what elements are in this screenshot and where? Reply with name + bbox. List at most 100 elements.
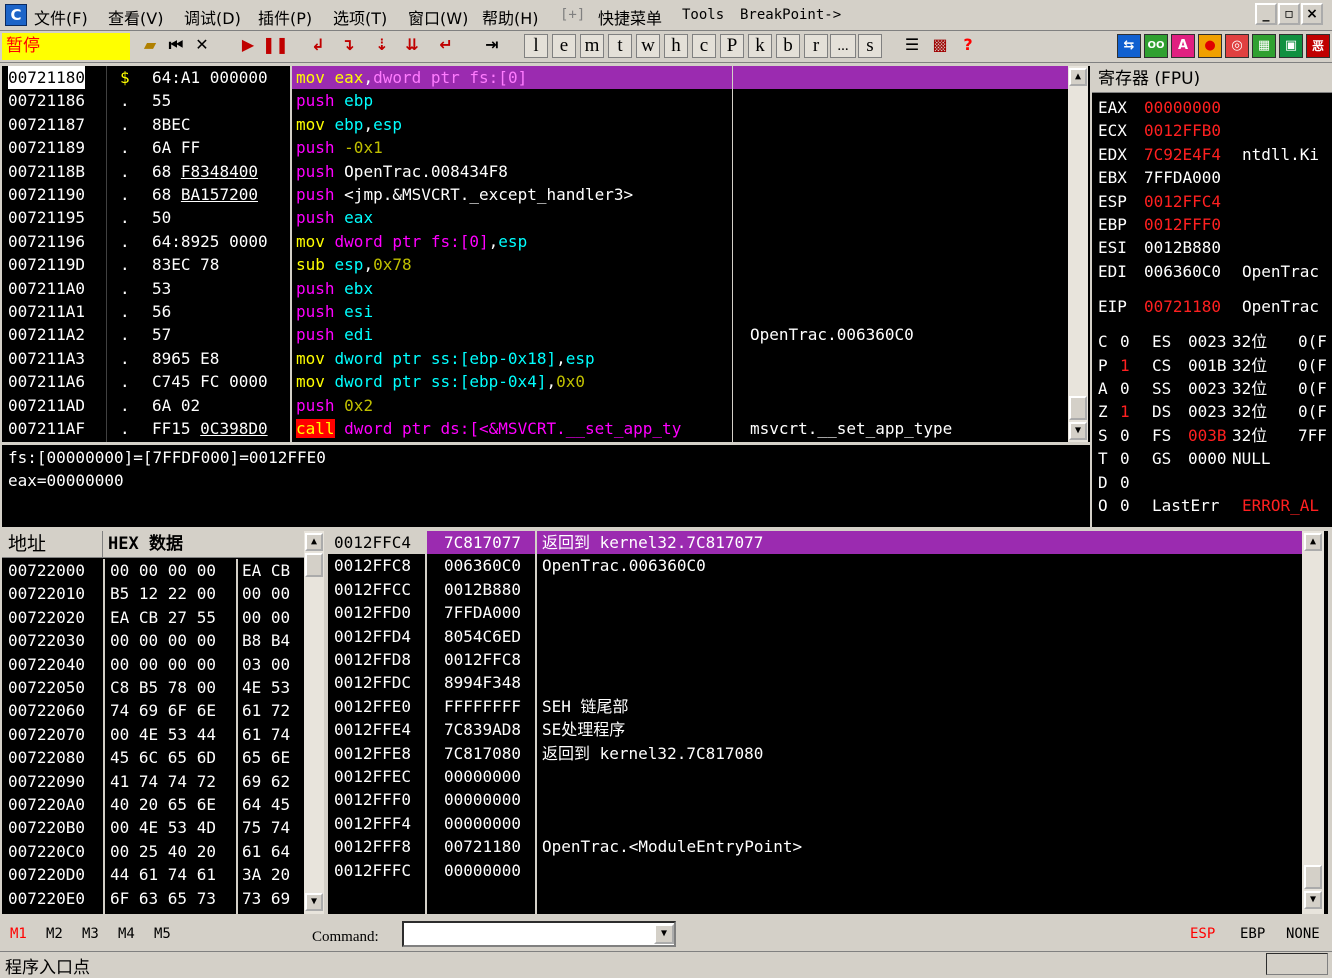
dump-hex-bytes[interactable]: 69 62 [242,770,290,793]
plugin-icon-box[interactable]: ▣ [1279,34,1303,58]
stack-row[interactable]: 0012FFFC 00000000 [328,859,1302,882]
stack-row[interactable]: 0012FFD4 8054C6ED [328,625,1302,648]
stack-row[interactable]: 0012FFC8 006360C0 OpenTrac.006360C0 [328,554,1302,577]
dump-hex-bytes[interactable]: 4E 53 [242,676,290,699]
stack-value[interactable]: 00000000 [444,788,521,811]
mark-m3[interactable]: M3 [82,926,99,942]
flag-value[interactable]: 0 [1120,447,1130,470]
cpu-disasm[interactable]: push eax [296,206,732,229]
cpu-row[interactable]: 007211A6. C745 FC 0000 mov dword ptr ss:[e… [2,370,1068,393]
menu-plugins[interactable]: 插件(P) [258,5,312,29]
reg-value-edx[interactable]: 7C92E4F4 [1144,143,1221,166]
cpu-row[interactable]: 007211A2. 57 push edi OpenTrac.006360C0 [2,323,1068,346]
stack-row[interactable]: 0012FFE8 7C817080 返回到 kernel32.7C817080 [328,742,1302,765]
cpu-disasm[interactable]: mov dword ptr ss:[ebp-0x18],esp [296,347,732,370]
dump-address[interactable]: 00722060 [8,699,85,722]
cpu-row[interactable]: 007211A3. 8965 E8 mov dword ptr ss:[ebp-0x… [2,347,1068,370]
options-icon[interactable]: ▩ [928,33,952,59]
stack-value[interactable]: 7C817080 [444,742,521,765]
menu-breakpoint[interactable]: BreakPoint-> [740,7,841,23]
menu-debug[interactable]: 调试(D) [184,5,241,29]
cpu-address[interactable]: 007211A3 [8,347,85,370]
dump-hex-bytes[interactable]: EA CB [242,559,290,582]
stack-value[interactable]: FFFFFFFF [444,695,521,718]
reg-value-ebx[interactable]: 7FFDA000 [1144,166,1221,189]
cpu-address[interactable]: 0072118B [8,160,85,183]
stack-row[interactable]: 0012FFDC 8994F348 [328,671,1302,694]
scroll-thumb[interactable] [305,553,323,577]
dump-hex-bytes[interactable]: C8 B5 78 00 [110,676,216,699]
command-input[interactable]: ▼ [402,921,676,947]
dump-address[interactable]: 00722040 [8,653,85,676]
segment-value[interactable]: 0023 [1188,377,1227,400]
segment-value[interactable]: 001B [1188,354,1227,377]
flag-value[interactable]: 0 [1120,424,1130,447]
window-cpu-button[interactable]: c [692,34,716,58]
cpu-hex[interactable]: 64:8925 0000 [152,230,288,253]
dump-address[interactable]: 00722080 [8,746,85,769]
scroll-up-icon[interactable]: ▲ [1304,533,1322,551]
cpu-hex[interactable]: 8BEC [152,113,288,136]
window-windows-button[interactable]: w [636,34,660,58]
dump-hex-bytes[interactable]: 65 6E [242,746,290,769]
cpu-row[interactable]: 0072119D. 83EC 78 sub esp,0x78 [2,253,1068,276]
cpu-disasm[interactable]: mov ebp,esp [296,113,732,136]
dump-hex-bytes[interactable]: 75 74 [242,816,290,839]
window-log-button[interactable]: l [524,34,548,58]
mark-m5[interactable]: M5 [154,926,171,942]
cpu-row[interactable]: 00721187. 8BEC mov ebp,esp [2,113,1068,136]
close-button[interactable]: × [1301,3,1323,25]
step-into-icon[interactable]: ↲ [306,33,330,59]
cpu-row[interactable]: 0072118B. 68 F8348400 push OpenTrac.008434… [2,160,1068,183]
stack-address[interactable]: 0012FFD8 [334,648,411,671]
cpu-disassembly-pane[interactable]: 00721180 $64:A1 000000 mov eax,dword ptr f… [2,66,1090,442]
menu-options[interactable]: 选项(T) [333,5,387,29]
window-executable-modules-button[interactable]: e [552,34,576,58]
stack-address[interactable]: 0012FFF4 [334,812,411,835]
cpu-disasm[interactable]: push OpenTrac.008434F8 [296,160,732,183]
segment-value[interactable]: 0000 [1188,447,1227,470]
plugin-icon-kanji[interactable]: 恶 [1306,34,1330,58]
window-source-button[interactable]: s [858,34,882,58]
dump-address[interactable]: 007220A0 [8,793,85,816]
cpu-hex[interactable]: 68 F8348400 [152,160,288,183]
reg-value-esp[interactable]: 0012FFC4 [1144,190,1221,213]
dump-hex-bytes[interactable]: 00 25 40 20 [110,840,216,863]
dump-hex-bytes[interactable]: 61 74 [242,723,290,746]
stack-row[interactable]: 0012FFF4 00000000 [328,812,1302,835]
menu-view[interactable]: 查看(V) [108,5,163,29]
dump-hex-bytes[interactable]: 45 6C 65 6D [110,746,216,769]
scroll-down-icon[interactable]: ▼ [1304,891,1322,909]
dump-hex-bytes[interactable]: 00 4E 53 4D [110,816,216,839]
stack-scrollbar[interactable]: ▲ ▼ [1302,531,1324,914]
stack-row[interactable]: 0012FFF0 00000000 [328,788,1302,811]
dump-scrollbar[interactable]: ▲ ▼ [304,531,324,914]
dump-hex-bytes[interactable]: 00 00 00 00 [110,629,216,652]
stack-row[interactable]: 0012FFEC 00000000 [328,765,1302,788]
window-handles-button[interactable]: h [664,34,688,58]
step-over-icon[interactable]: ↴ [336,33,360,59]
dump-header-address[interactable]: 地址 [8,533,46,556]
cpu-address[interactable]: 00721187 [8,113,85,136]
segment-value[interactable]: 003B [1188,424,1227,447]
minimize-button[interactable]: _ [1255,3,1277,25]
stack-address[interactable]: 0012FFFC [334,859,411,882]
stack-value[interactable]: 7FFDA000 [444,601,521,624]
stack-value[interactable]: 00000000 [444,859,521,882]
cpu-disasm[interactable]: mov eax,dword ptr fs:[0] [296,66,732,89]
cpu-disasm[interactable]: mov dword ptr fs:[0],esp [296,230,732,253]
cpu-hex[interactable]: 68 BA157200 [152,183,288,206]
window-references-button[interactable]: r [804,34,828,58]
help-button[interactable]: ? [956,33,980,59]
stack-address[interactable]: 0012FFE4 [334,718,411,741]
cpu-hex[interactable]: 83EC 78 [152,253,288,276]
cpu-disasm[interactable]: push -0x1 [296,136,732,159]
cpu-address[interactable]: 007211A1 [8,300,85,323]
dump-address[interactable]: 00722020 [8,606,85,629]
cpu-address[interactable]: 00721190 [8,183,85,206]
stack-address[interactable]: 0012FFF0 [334,788,411,811]
stack-value[interactable]: 00000000 [444,765,521,788]
mark-m1[interactable]: M1 [10,926,27,942]
dump-address[interactable]: 00722030 [8,629,85,652]
flag-value[interactable]: 0 [1120,330,1130,353]
